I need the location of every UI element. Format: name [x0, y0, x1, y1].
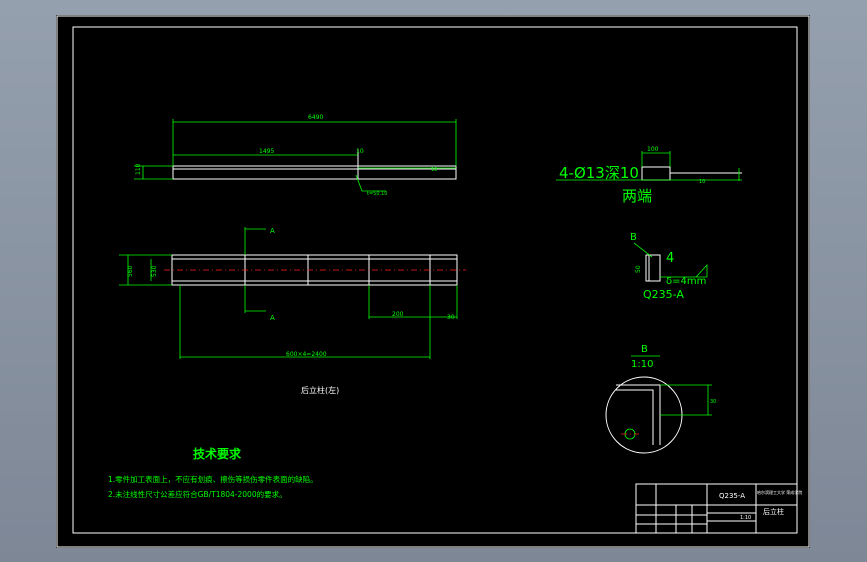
weld-height: 50	[635, 265, 642, 273]
front-view: A A 560 530 200 30 600×4=2400 后立柱(左)	[119, 227, 466, 395]
weld-tube	[645, 254, 661, 282]
section-a-top: A	[270, 227, 275, 235]
detail-b-scale: 1:10	[631, 359, 653, 370]
top-view: 6490 1495 10 10 110 t=50.10	[134, 114, 457, 197]
weld-material: Q235-A	[643, 288, 684, 301]
tech-item-1: 1.零件加工表面上，不应有划痕、擦伤等损伤零件表面的缺陷。	[108, 474, 318, 484]
dim-end: 30	[447, 314, 455, 321]
weld-thickness: δ=4mm	[666, 276, 706, 287]
hole-note-sub: 两端	[622, 187, 652, 205]
dim-height-outer: 560	[127, 265, 134, 277]
section-a-bottom: A	[270, 314, 275, 322]
tech-item-2: 2.未注线性尺寸公差应符合GB/T1804-2000的要求。	[108, 489, 287, 499]
hole-note: 100 10 4-Ø13深10 两端	[556, 146, 742, 205]
dim-height: 110	[135, 163, 142, 175]
hole-rect	[641, 166, 671, 181]
tb-material: Q235-A	[719, 492, 745, 500]
drawing-canvas[interactable]: 6490 1495 10 10 110 t=50.10 A A 560 530 …	[56, 15, 810, 548]
hole-note-main: 4-Ø13深10	[559, 164, 639, 182]
weld-label-b: B	[630, 232, 637, 243]
dim-height-inner: 530	[151, 265, 158, 277]
dim-total: 600×4=2400	[286, 351, 327, 358]
dim-overall: 6490	[308, 114, 323, 121]
hole-dim-top: 100	[647, 146, 659, 153]
leader-note: t=50.10	[367, 191, 387, 197]
weld-size: 4	[666, 251, 674, 266]
tb-part-name: 后立柱	[763, 507, 784, 516]
weld-detail: B 4 50 δ=4mm Q235-A	[630, 232, 708, 301]
dim-right: 10	[431, 167, 437, 173]
hole-dim-right: 10	[699, 179, 705, 185]
view-caption: 后立柱(左)	[301, 385, 339, 395]
cad-viewport: 6490 1495 10 10 110 t=50.10 A A 560 530 …	[0, 0, 867, 562]
tb-school: 哈尔滨理工大学 荣成学院	[757, 489, 802, 495]
tech-requirements: 技术要求 1.零件加工表面上，不应有划痕、擦伤等损伤零件表面的缺陷。 2.未注线…	[108, 446, 318, 499]
title-block: Q235-A 哈尔滨理工大学 荣成学院 后立柱 1:10	[635, 483, 802, 534]
tech-title: 技术要求	[193, 446, 242, 461]
dim-spacing: 200	[392, 311, 404, 318]
drawing-svg: 6490 1495 10 10 110 t=50.10 A A 560 530 …	[56, 15, 810, 548]
dim-left: 1495	[259, 148, 274, 155]
detail-b-label: B	[641, 344, 648, 355]
detail-b-dim: 30	[710, 399, 716, 405]
tb-scale: 1:10	[740, 515, 751, 521]
section-mark: 10	[356, 148, 364, 155]
detail-b: B 1:10 30	[605, 344, 716, 454]
